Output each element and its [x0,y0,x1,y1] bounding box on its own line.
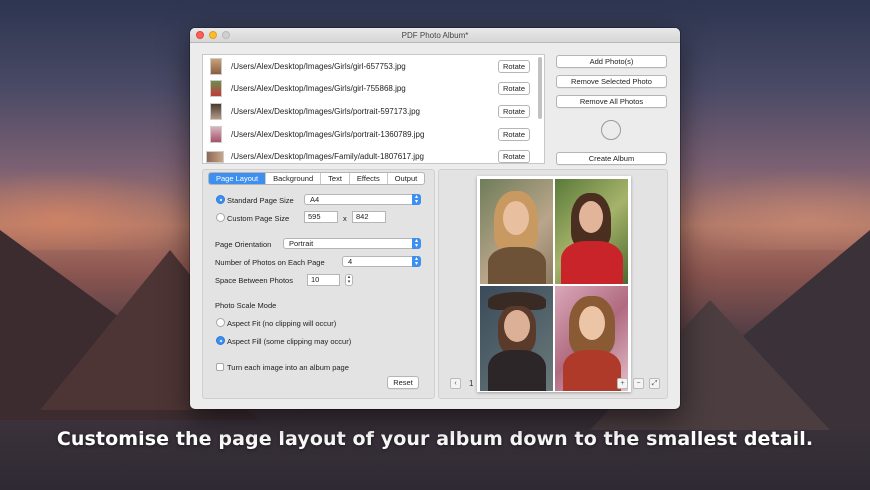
standard-page-size-radio[interactable] [216,195,225,204]
preview-photo [555,179,628,284]
rotate-button[interactable]: Rotate [498,82,530,96]
photo-thumbnail [210,80,222,98]
tab-output[interactable]: Output [388,173,425,184]
photo-file-list[interactable]: /Users/Alex/Desktop/Images/Girls/girl-65… [202,54,545,164]
marketing-caption: Customise the page layout of your album … [56,428,814,450]
preview-photo [555,286,628,391]
zoom-in-icon[interactable]: + [617,378,628,389]
rotate-button[interactable]: Rotate [498,150,530,163]
tab-background[interactable]: Background [266,173,322,184]
chevron-updown-icon: ▴ ▾ [412,194,421,205]
photo-thumbnail [210,125,222,143]
title-bar: PDF Photo Album* [190,28,680,43]
tab-text[interactable]: Text [321,173,350,184]
remove-all-photos-button[interactable]: Remove All Photos [556,95,667,108]
tab-effects[interactable]: Effects [350,173,388,184]
add-photos-button[interactable]: Add Photo(s) [556,55,667,68]
window-title: PDF Photo Album* [401,31,469,40]
spacing-stepper[interactable]: ▴ ▾ [345,274,353,286]
photos-per-page-select[interactable]: 4 ▴ ▾ [342,256,421,267]
page-number: 1 [469,379,474,388]
list-item[interactable]: /Users/Alex/Desktop/Images/Girls/portrai… [203,123,544,146]
chevron-updown-icon: ▴ ▾ [412,256,421,267]
rotate-button[interactable]: Rotate [498,127,530,141]
rotate-button[interactable]: Rotate [498,104,530,118]
photos-per-page-label: Number of Photos on Each Page [215,258,325,267]
dimension-separator: x [343,214,347,223]
create-album-button[interactable]: Create Album [556,152,667,165]
photo-thumbnail [210,57,222,75]
list-item[interactable]: /Users/Alex/Desktop/Images/Girls/girl-65… [203,55,544,78]
tab-page-layout[interactable]: Page Layout [209,173,267,184]
window-controls [196,31,230,39]
progress-indicator-icon [601,120,621,140]
preview-page [477,176,631,392]
album-page-checkbox[interactable] [216,363,224,371]
remove-selected-photo-button[interactable]: Remove Selected Photo [556,75,667,88]
custom-page-size-radio[interactable] [216,213,225,222]
page-orientation-label: Page Orientation [215,240,272,249]
album-preview: ‹ 1 + − ⤢ [438,169,668,399]
settings-panel: Page Layout Background Text Effects Outp… [202,169,435,399]
aspect-fill-label: Aspect Fill (some clipping may occur) [227,337,352,346]
photo-thumbnail [206,150,224,163]
preview-photo [480,286,553,391]
custom-height-field[interactable]: 842 [352,211,386,223]
list-item[interactable]: /Users/Alex/Desktop/Images/Family/adult-… [203,145,544,163]
photos-per-page-value: 4 [348,257,353,266]
app-window: PDF Photo Album* /Users/Alex/Desktop/Ima… [190,28,680,409]
list-item[interactable]: /Users/Alex/Desktop/Images/Girls/portrai… [203,100,544,123]
previous-page-icon[interactable]: ‹ [450,378,461,389]
page-size-select[interactable]: A4 ▴ ▾ [304,194,421,205]
photo-scale-mode-label: Photo Scale Mode [215,301,277,310]
list-item[interactable]: /Users/Alex/Desktop/Images/Girls/girl-75… [203,78,544,101]
custom-page-size-label: Custom Page Size [227,214,290,223]
zoom-window-button[interactable] [222,31,230,39]
fullscreen-icon[interactable]: ⤢ [649,378,660,389]
reset-button[interactable]: Reset [387,376,419,389]
custom-width-field[interactable]: 595 [304,211,338,223]
page-size-value: A4 [310,195,320,204]
album-page-label: Turn each image into an album page [227,363,349,372]
rotate-button[interactable]: Rotate [498,59,530,73]
aspect-fill-radio[interactable] [216,336,225,345]
settings-tabs: Page Layout Background Text Effects Outp… [208,172,426,185]
standard-page-size-label: Standard Page Size [227,196,294,205]
page-orientation-select[interactable]: Portrait ▴ ▾ [283,238,421,249]
photo-thumbnail [210,102,222,120]
aspect-fit-radio[interactable] [216,318,225,327]
minimize-window-button[interactable] [209,31,217,39]
chevron-updown-icon: ▴ ▾ [412,238,421,249]
preview-photo [480,179,553,284]
page-orientation-value: Portrait [289,239,314,248]
close-window-button[interactable] [196,31,204,39]
list-scrollbar[interactable] [538,57,542,119]
aspect-fit-label: Aspect Fit (no clipping will occur) [227,319,337,328]
zoom-out-icon[interactable]: − [633,378,644,389]
space-between-photos-label: Space Between Photos [215,276,293,285]
spacing-field[interactable]: 10 [307,274,340,286]
